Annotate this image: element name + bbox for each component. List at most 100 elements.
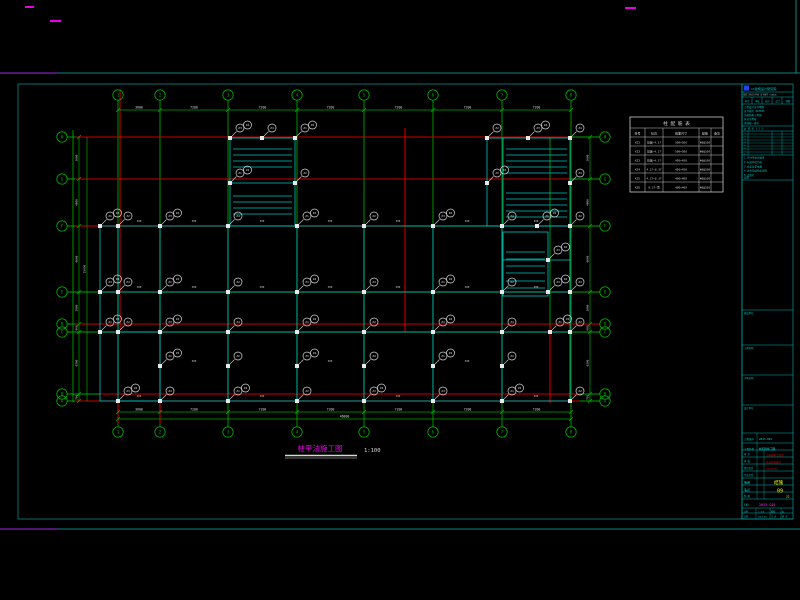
column-section xyxy=(500,399,504,403)
column-tag-label: Z4 xyxy=(270,126,274,130)
beam-dim-text: 300 xyxy=(396,219,401,223)
column-tag-label: Z4 xyxy=(372,354,376,358)
column-tag-label: Z3 xyxy=(441,320,445,324)
schedule-cell: 基础~4.17 xyxy=(647,150,661,154)
column-tag-label: Z2 xyxy=(313,211,317,215)
column-section xyxy=(158,290,162,294)
column-section xyxy=(116,399,120,403)
column-section xyxy=(98,224,102,228)
column-tag-label: Z2 xyxy=(236,354,240,358)
dim-value: 900 xyxy=(586,325,590,330)
column-section xyxy=(568,224,572,228)
column-section xyxy=(568,290,572,294)
tb-note-line: 3.柱定位见本图 xyxy=(744,164,763,168)
cad-viewport[interactable]: Z1Z2Z2Z3Z4Z4Z1Z2Z2Z3Z4Z4Z1Z2Z2Z3Z4Z4Z1Z2… xyxy=(0,0,800,600)
beam-dim-text: 300 xyxy=(328,359,333,363)
drawing-scale: 1:100 xyxy=(364,448,381,454)
beam-dim-text: 300 xyxy=(534,394,539,398)
column-section xyxy=(362,330,366,334)
tb-approval-cell: 制图 xyxy=(786,99,790,103)
dim-value: 7200 xyxy=(533,408,541,412)
tb-bottom-cell: 2013.06 xyxy=(758,517,767,519)
column-tag-label: Z2 xyxy=(116,317,120,321)
beam-dim-text: 300 xyxy=(260,285,265,289)
column-tag-label: Z4 xyxy=(176,317,180,321)
tb-note-line: 4.其余见结构总说明 xyxy=(744,169,768,173)
schedule-header: 截面尺寸 xyxy=(675,131,687,136)
dim-value: 7200 xyxy=(395,408,403,412)
dim-value: 3000 xyxy=(586,304,590,311)
column-section xyxy=(431,224,435,228)
dim-value: 3600 xyxy=(75,154,79,161)
schedule-cell: 4.17~8.37 xyxy=(646,168,661,172)
beam-dim-text: 300 xyxy=(328,219,333,223)
dim-value: 7200 xyxy=(327,106,335,110)
column-section xyxy=(431,399,435,403)
column-section xyxy=(228,181,232,185)
column-tag-label: Z2 xyxy=(176,351,180,355)
column-section xyxy=(226,364,230,368)
schedule-cell: 基础~4.17 xyxy=(647,141,661,145)
column-tag-label: Z4 xyxy=(449,317,453,321)
column-tag-label: Z2 xyxy=(303,171,307,175)
drawing-canvas[interactable]: Z1Z2Z2Z3Z4Z4Z1Z2Z2Z3Z4Z4Z1Z2Z2Z3Z4Z4Z1Z2… xyxy=(0,0,800,600)
tb-sign-label: 审 核 xyxy=(744,459,751,463)
column-tag-label: Z3 xyxy=(556,280,560,284)
column-tag-label: Z4 xyxy=(380,386,384,390)
schedule-cell: KZ4 xyxy=(635,168,640,172)
column-section xyxy=(295,364,299,368)
column-tag-label: Z1 xyxy=(108,214,112,218)
tb-company-name: ××建筑设计研究院 xyxy=(751,86,776,91)
column-tag-label: Z3 xyxy=(441,214,445,218)
column-tag-label: Z1 xyxy=(441,280,445,284)
tb-archive-label: 归档 xyxy=(744,503,749,507)
column-tag-label: Z3 xyxy=(238,126,242,130)
column-tag-label: Z3 xyxy=(168,214,172,218)
layout-mark xyxy=(50,20,61,22)
column-section xyxy=(260,136,264,140)
schedule-cell: Φ8@100 xyxy=(700,177,710,181)
dim-value: 4800 xyxy=(586,199,590,206)
tb-sign-label: 专业负责 xyxy=(744,473,754,477)
tb-stamp-label: 说明 xyxy=(744,176,749,180)
dim-value: 7200 xyxy=(259,106,267,110)
column-tag-label: Z4 xyxy=(168,389,172,393)
column-section xyxy=(568,181,572,185)
schedule-cell: KZ2 xyxy=(635,150,640,154)
column-section xyxy=(116,224,120,228)
column-tag-label: Z3 xyxy=(556,248,560,252)
column-section xyxy=(535,224,539,228)
beam-dim-text: 300 xyxy=(534,219,539,223)
tb-tuhao-label: 图号 xyxy=(745,489,750,493)
dim-value: 3600 xyxy=(135,106,143,110)
tb-tuhao-value: 09 xyxy=(777,489,783,495)
beam-dim-text: 300 xyxy=(192,219,197,223)
tb-kv-label: 工程名称 xyxy=(744,447,755,451)
column-tag-label: Z4 xyxy=(134,386,138,390)
tb-info-line: 注册结构工程师 xyxy=(744,113,762,117)
schedule-cell: KZ6 xyxy=(635,186,640,190)
column-tag-label: Z2 xyxy=(578,320,582,324)
dim-value: 7200 xyxy=(190,408,198,412)
column-section xyxy=(116,330,120,334)
column-tag-label: Z4 xyxy=(126,280,130,284)
column-section xyxy=(568,330,572,334)
column-section xyxy=(485,181,489,185)
tb-sign-label: 审 定 xyxy=(744,452,751,456)
tb-extra-yellow: 22 xyxy=(786,495,790,499)
dim-value: 750 xyxy=(586,395,590,400)
schedule-cell: 500×500 xyxy=(675,141,687,145)
beam-dim-text: 300 xyxy=(137,219,142,223)
column-tag-label: Z3 xyxy=(536,126,540,130)
column-section xyxy=(226,330,230,334)
column-tag-label: Z2 xyxy=(372,320,376,324)
column-section xyxy=(500,290,504,294)
dim-value: 6300 xyxy=(75,359,79,366)
company-logo xyxy=(744,86,749,91)
column-tag-label: Z1 xyxy=(545,214,549,218)
beam-dim-text: 300 xyxy=(137,285,142,289)
column-section xyxy=(295,330,299,334)
drawing-title: 柱平法施工图 xyxy=(298,443,343,453)
column-tag-label: Z4 xyxy=(510,214,514,218)
dim-value: 3000 xyxy=(75,304,79,311)
